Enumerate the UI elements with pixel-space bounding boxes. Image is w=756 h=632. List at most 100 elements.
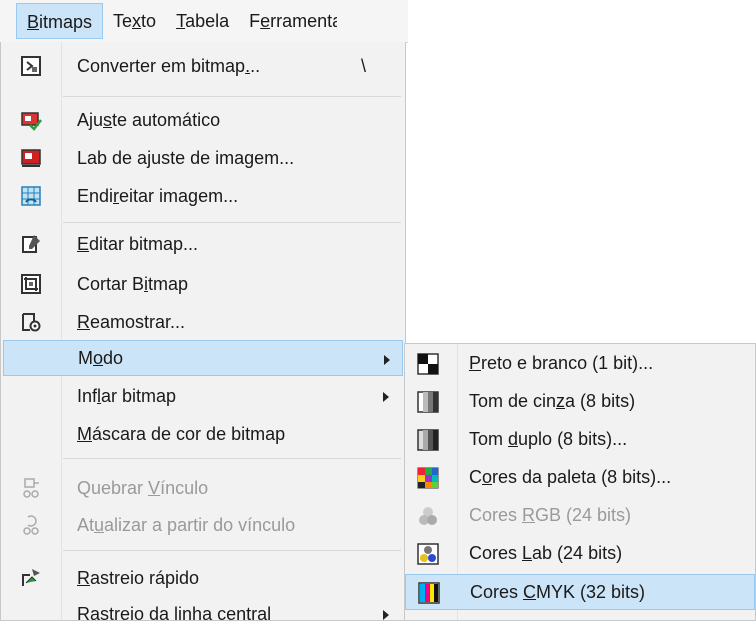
- menu-item-accel: u: [94, 514, 105, 535]
- menu-item-label-post: eamostrar...: [90, 311, 186, 332]
- menu-item-label-post: astreio rápido: [90, 567, 200, 588]
- submenu-arrow-icon: [383, 610, 389, 620]
- menubar-texto-accel: x: [132, 11, 142, 31]
- menu-separator: [63, 550, 401, 551]
- paletted-icon: [417, 467, 439, 489]
- menu-item-shortcut: \: [361, 55, 367, 76]
- submenu-item-accel: L: [522, 543, 533, 563]
- submenu-item-label-post: GB (24 bits): [535, 505, 632, 525]
- menu-item-accel: o: [93, 347, 104, 368]
- menu-item-quick-trace[interactable]: Rastreio rápido: [3, 560, 403, 596]
- menubar-tabela[interactable]: Tabela: [166, 3, 239, 39]
- resample-icon: [19, 310, 43, 334]
- menu-item-label-pre: Cortar B: [77, 273, 145, 294]
- submenu-arrow-icon: [384, 355, 390, 365]
- menubar-texto-post: to: [141, 11, 157, 31]
- menu-item-bitmap-color-mask[interactable]: Máscara de cor de bitmap: [3, 416, 403, 452]
- menu-item-label-post: ..: [250, 55, 261, 76]
- rgb-icon: [417, 505, 439, 527]
- menu-item-break-link[interactable]: Quebrar Vínculo: [3, 470, 403, 506]
- menu-separator: [63, 96, 401, 97]
- menubar-ferramentas[interactable]: Ferramenta: [239, 3, 337, 39]
- menu-item-crop-bitmap[interactable]: Cortar Bitmap: [3, 266, 403, 302]
- menu-item-label-post: te automático: [112, 109, 221, 130]
- straighten-image-icon: [19, 184, 43, 208]
- quick-trace-icon: [19, 566, 43, 590]
- menu-item-label-post: ditar bitmap...: [89, 233, 199, 254]
- submenu-item-label-pre: C: [469, 467, 482, 487]
- submenu-item-accel: P: [469, 353, 482, 373]
- submenu-item-label-pre: Tom: [469, 429, 509, 449]
- menu-item-label-pre: Aju: [77, 109, 104, 130]
- submenu-item-grayscale[interactable]: Tom de cinza (8 bits): [405, 384, 755, 420]
- menu-separator: [63, 222, 401, 223]
- menu-item-label-post: ínculo: [160, 477, 209, 498]
- menu-item-label-pre: At: [77, 514, 95, 535]
- menu-item-inflate-bitmap[interactable]: Inflar bitmap: [3, 378, 403, 414]
- submenu-item-label-pre: Cores: [470, 582, 524, 602]
- menu-item-label-post: do: [103, 347, 124, 368]
- menu-item-accel: E: [77, 233, 90, 254]
- submenu-item-label-post: a (8 bits): [565, 391, 636, 411]
- submenu-item-black-white[interactable]: Preto e branco (1 bit)...: [405, 346, 755, 382]
- menu-item-label-pre: Converter em bitmap: [77, 55, 246, 76]
- break-link-icon: [19, 476, 43, 500]
- black-white-icon: [417, 353, 439, 375]
- menu-separator: [63, 458, 401, 459]
- menu-item-label-post: eitar imagem...: [119, 185, 239, 206]
- image-adjust-lab-icon: [19, 146, 43, 170]
- menubar-bitmaps[interactable]: Bitmaps: [16, 3, 104, 39]
- menu-item-centerline-trace[interactable]: Rastreio da linha central: [3, 596, 403, 632]
- menubar: Bitmaps Texto Tabela Ferramenta: [0, 0, 408, 43]
- submenu-item-accel: z: [556, 391, 566, 411]
- menubar-tabela-post: abela: [185, 11, 230, 31]
- menu-item-resample[interactable]: Reamostrar...: [3, 304, 403, 340]
- submenu-item-label-post: MYK (32 bits): [536, 582, 646, 602]
- submenu-item-label-post: uplo (8 bits)...: [518, 429, 628, 449]
- menubar-tabela-accel: T: [176, 11, 186, 31]
- submenu-item-label-pre: Tom de cin: [469, 391, 557, 411]
- crop-bitmap-icon: [19, 272, 43, 296]
- menu-item-label-pre: Lab de ajuste de imagem...: [77, 147, 295, 168]
- menubar-texto-pre: Te: [113, 11, 133, 31]
- submenu-item-cmyk[interactable]: Cores CMYK (32 bits): [405, 574, 755, 610]
- submenu-item-accel: d: [508, 429, 519, 449]
- submenu-item-label-post: reto e branco (1 bit)...: [481, 353, 654, 373]
- auto-adjust-icon: [19, 108, 43, 132]
- submenu-item-accel: C: [523, 582, 537, 602]
- bitmaps-menu: Converter em bitmap... \ Ajuste automáti…: [0, 42, 406, 624]
- submenu-item-rgb[interactable]: Cores RGB (24 bits): [405, 498, 755, 534]
- submenu-item-duotone[interactable]: Tom duplo (8 bits)...: [405, 422, 755, 458]
- menu-item-label-pre: Quebrar: [77, 477, 149, 498]
- menu-item-label-pre: Inf: [77, 385, 98, 406]
- menubar-texto[interactable]: Texto: [103, 3, 166, 39]
- menu-item-image-adjustment-lab[interactable]: Lab de ajuste de imagem...: [3, 140, 403, 176]
- submenu-item-lab-color[interactable]: Cores Lab (24 bits): [405, 536, 755, 572]
- submenu-item-accel: R: [522, 505, 536, 525]
- menu-item-label-post: alizar a partir do vínculo: [104, 514, 296, 535]
- menubar-ferramentas-pre: F: [249, 11, 261, 31]
- cmyk-icon: [418, 582, 440, 604]
- update-link-icon: [19, 513, 43, 537]
- menu-item-convert-to-bitmap[interactable]: Converter em bitmap... \: [3, 48, 403, 84]
- submenu-item-label-post: res da paleta (8 bits)...: [492, 467, 672, 487]
- menu-item-straighten-image[interactable]: Endireitar imagem...: [3, 178, 403, 214]
- submenu-item-label-post: ab (24 bits): [532, 543, 623, 563]
- submenu-arrow-icon: [383, 392, 389, 402]
- menu-item-label-post: tmap: [148, 273, 189, 294]
- menu-item-accel: s: [103, 109, 113, 130]
- menu-item-auto-adjust[interactable]: Ajuste automático: [3, 102, 403, 138]
- submenu-item-paletted[interactable]: Cores da paleta (8 bits)...: [405, 460, 755, 496]
- convert-bitmap-icon: [19, 54, 43, 78]
- menu-item-edit-bitmap[interactable]: Editar bitmap...: [3, 226, 403, 262]
- edit-bitmap-icon: [19, 232, 43, 256]
- mode-submenu: Preto e branco (1 bit)... Tom de cinza (…: [404, 343, 756, 621]
- menubar-bitmaps-accel: B: [27, 12, 40, 32]
- menu-item-update-from-link[interactable]: Atualizar a partir do vínculo: [3, 507, 403, 543]
- menu-item-mode[interactable]: Modo: [3, 340, 403, 376]
- duotone-icon: [417, 429, 439, 451]
- menu-item-label-pre: Endi: [77, 185, 114, 206]
- menu-item-accel: M: [77, 423, 92, 444]
- menubar-bitmaps-post: itmaps: [39, 12, 93, 32]
- menubar-ferramentas-accel: e: [260, 11, 271, 31]
